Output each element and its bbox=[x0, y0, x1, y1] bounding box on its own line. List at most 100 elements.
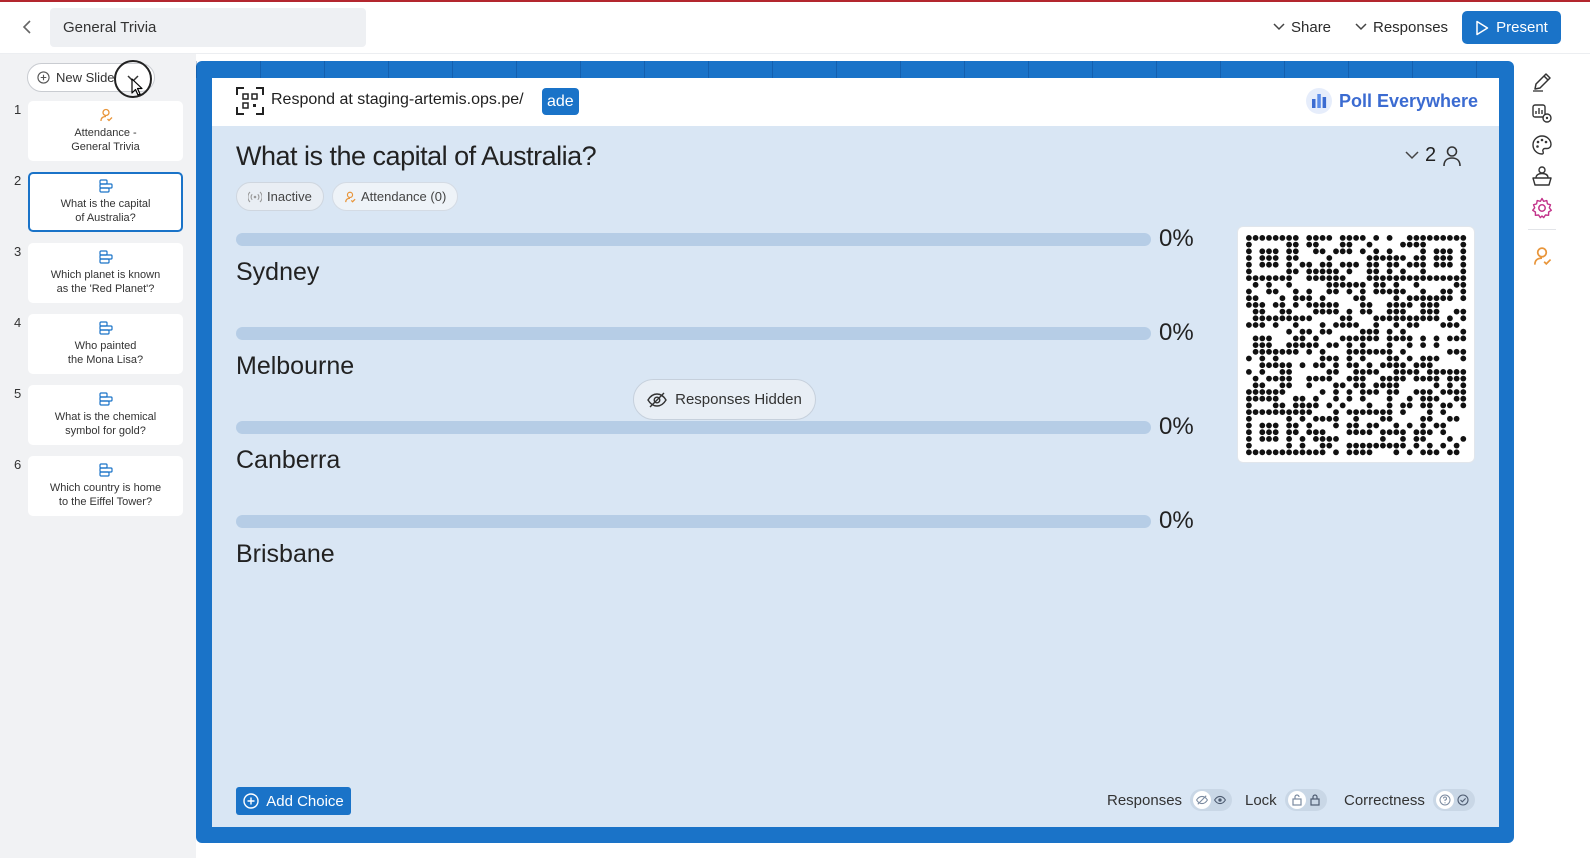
responses-menu-button[interactable]: Responses bbox=[1355, 14, 1448, 40]
choice-percent: 0% bbox=[1159, 319, 1194, 346]
lock-toggle-group: Lock bbox=[1245, 789, 1327, 811]
rail-divider bbox=[1528, 229, 1556, 230]
person-icon bbox=[1443, 145, 1461, 166]
slide-thumbnail-2[interactable]: 2 What is the capital of Australia? bbox=[0, 172, 196, 232]
gear-icon bbox=[1532, 197, 1552, 219]
broadcast-icon bbox=[248, 191, 262, 202]
responses-visibility-toggle[interactable] bbox=[1190, 789, 1233, 811]
choice-percent: 0% bbox=[1159, 225, 1194, 252]
slide-title-line: Attendance - bbox=[74, 127, 137, 139]
choice-row[interactable]: 0% Sydney bbox=[236, 225, 1216, 293]
responses-hidden-button[interactable]: Responses Hidden bbox=[633, 379, 816, 420]
choice-row[interactable]: 0% Melbourne bbox=[236, 319, 1216, 387]
attendance-icon bbox=[99, 107, 113, 123]
edit-slide-button[interactable] bbox=[1530, 70, 1554, 94]
slide-card-active[interactable]: What is the capital of Australia? bbox=[28, 172, 183, 232]
slide-number: 4 bbox=[14, 315, 22, 330]
pencil-icon bbox=[1533, 73, 1551, 92]
chevron-down-icon bbox=[1405, 151, 1419, 160]
slide-title-line: to the Eiffel Tower? bbox=[58, 496, 153, 508]
choice-bar-track bbox=[236, 421, 1151, 434]
slide-thumbnail-1[interactable]: 1 Attendance - General Trivia bbox=[0, 101, 196, 161]
choice-bar-track bbox=[236, 515, 1151, 528]
slide-card[interactable]: Attendance - General Trivia bbox=[28, 101, 183, 161]
choice-percent: 0% bbox=[1159, 507, 1194, 534]
audience-restrictions-button[interactable] bbox=[1530, 164, 1554, 188]
correctness-toggle-group: Correctness bbox=[1344, 789, 1475, 811]
play-icon bbox=[1476, 20, 1489, 35]
slide-title-line: What is the chemical bbox=[54, 411, 157, 423]
attendance-icon bbox=[345, 191, 356, 203]
new-slide-label: New Slide bbox=[56, 70, 115, 85]
slide-thumbnail-4[interactable]: 4 Who painted the Mona Lisa? bbox=[0, 314, 196, 374]
plus-circle-icon bbox=[243, 793, 259, 809]
attendance-button[interactable] bbox=[1530, 244, 1554, 268]
check-circle-icon bbox=[1454, 791, 1472, 809]
lock-toggle-label: Lock bbox=[1245, 791, 1277, 809]
choice-row[interactable]: 0% Canberra bbox=[236, 413, 1216, 481]
slide-title-line: General Trivia bbox=[71, 141, 140, 153]
slide-title-line: Who painted bbox=[74, 340, 137, 352]
eye-icon bbox=[1211, 791, 1229, 809]
choice-label: Sydney bbox=[236, 258, 320, 286]
slide-sidebar: New Slide 1 Attendance - General Trivia … bbox=[0, 54, 196, 858]
lock-toggle[interactable] bbox=[1284, 789, 1327, 811]
choice-row[interactable]: 0% Brisbane bbox=[236, 507, 1216, 575]
attendance-badge[interactable]: Attendance (0) bbox=[332, 182, 459, 211]
chevron-down-icon bbox=[1273, 23, 1285, 31]
correctness-toggle-label: Correctness bbox=[1344, 791, 1425, 809]
slide-thumbnail-6[interactable]: 6 Which country is home to the Eiffel To… bbox=[0, 456, 196, 516]
right-tool-rail bbox=[1520, 61, 1564, 291]
plus-circle-icon bbox=[37, 71, 50, 84]
visual-settings-button[interactable] bbox=[1530, 101, 1554, 125]
present-label: Present bbox=[1496, 19, 1548, 36]
participant-count[interactable]: 2 bbox=[1405, 144, 1462, 167]
poll-icon bbox=[98, 462, 113, 478]
poll-icon bbox=[98, 391, 113, 407]
present-button[interactable]: Present bbox=[1462, 11, 1561, 44]
unlock-icon bbox=[1287, 791, 1306, 809]
respond-code-badge: ade bbox=[542, 88, 579, 115]
slide-title-line: as the 'Red Planet'? bbox=[56, 283, 155, 295]
back-button[interactable] bbox=[16, 16, 38, 38]
slide-thumbnail-5[interactable]: 5 What is the chemical symbol for gold? bbox=[0, 385, 196, 445]
responses-hidden-label: Responses Hidden bbox=[675, 391, 802, 408]
add-choice-label: Add Choice bbox=[266, 792, 344, 810]
poll-icon bbox=[98, 178, 113, 194]
chevron-down-icon bbox=[1355, 23, 1367, 31]
mouse-cursor-icon bbox=[131, 78, 143, 96]
status-label: Inactive bbox=[267, 189, 312, 204]
slide-title-line: What is the capital bbox=[60, 198, 151, 210]
presenter-icon bbox=[1532, 166, 1552, 186]
slide-card[interactable]: Which country is home to the Eiffel Towe… bbox=[28, 456, 183, 516]
choice-label: Brisbane bbox=[236, 540, 335, 568]
slide-title-line: Which planet is known bbox=[50, 269, 161, 281]
add-choice-button[interactable]: Add Choice bbox=[236, 787, 351, 815]
slide-card[interactable]: Which planet is known as the 'Red Planet… bbox=[28, 243, 183, 303]
attendance-label: Attendance (0) bbox=[361, 189, 447, 204]
slide-title-line: the Mona Lisa? bbox=[67, 354, 144, 366]
respond-at-text: Respond at staging-artemis.ops.pe/ bbox=[271, 91, 524, 108]
presentation-title-input[interactable] bbox=[50, 8, 366, 47]
poll-icon bbox=[98, 320, 113, 336]
share-button[interactable]: Share bbox=[1273, 14, 1331, 40]
choice-percent: 0% bbox=[1159, 413, 1194, 440]
settings-button[interactable] bbox=[1530, 196, 1554, 220]
slide-number: 2 bbox=[14, 173, 22, 188]
eye-slash-icon bbox=[1193, 791, 1212, 809]
question-title[interactable]: What is the capital of Australia? bbox=[236, 141, 597, 172]
slide-title-line: Which country is home bbox=[49, 482, 162, 494]
slide-card[interactable]: What is the chemical symbol for gold? bbox=[28, 385, 183, 445]
poll-icon bbox=[98, 249, 113, 265]
choice-label: Melbourne bbox=[236, 352, 355, 380]
choice-bar-track bbox=[236, 233, 1151, 246]
chart-settings-icon bbox=[1532, 104, 1552, 123]
frame-grid-pattern bbox=[196, 61, 1514, 78]
correctness-toggle[interactable] bbox=[1432, 789, 1475, 811]
responses-toggle-label: Responses bbox=[1107, 791, 1183, 809]
slide-card[interactable]: Who painted the Mona Lisa? bbox=[28, 314, 183, 374]
status-badge[interactable]: Inactive bbox=[236, 182, 324, 211]
palette-icon bbox=[1532, 135, 1552, 155]
theme-button[interactable] bbox=[1530, 133, 1554, 157]
slide-thumbnail-3[interactable]: 3 Which planet is known as the 'Red Plan… bbox=[0, 243, 196, 303]
